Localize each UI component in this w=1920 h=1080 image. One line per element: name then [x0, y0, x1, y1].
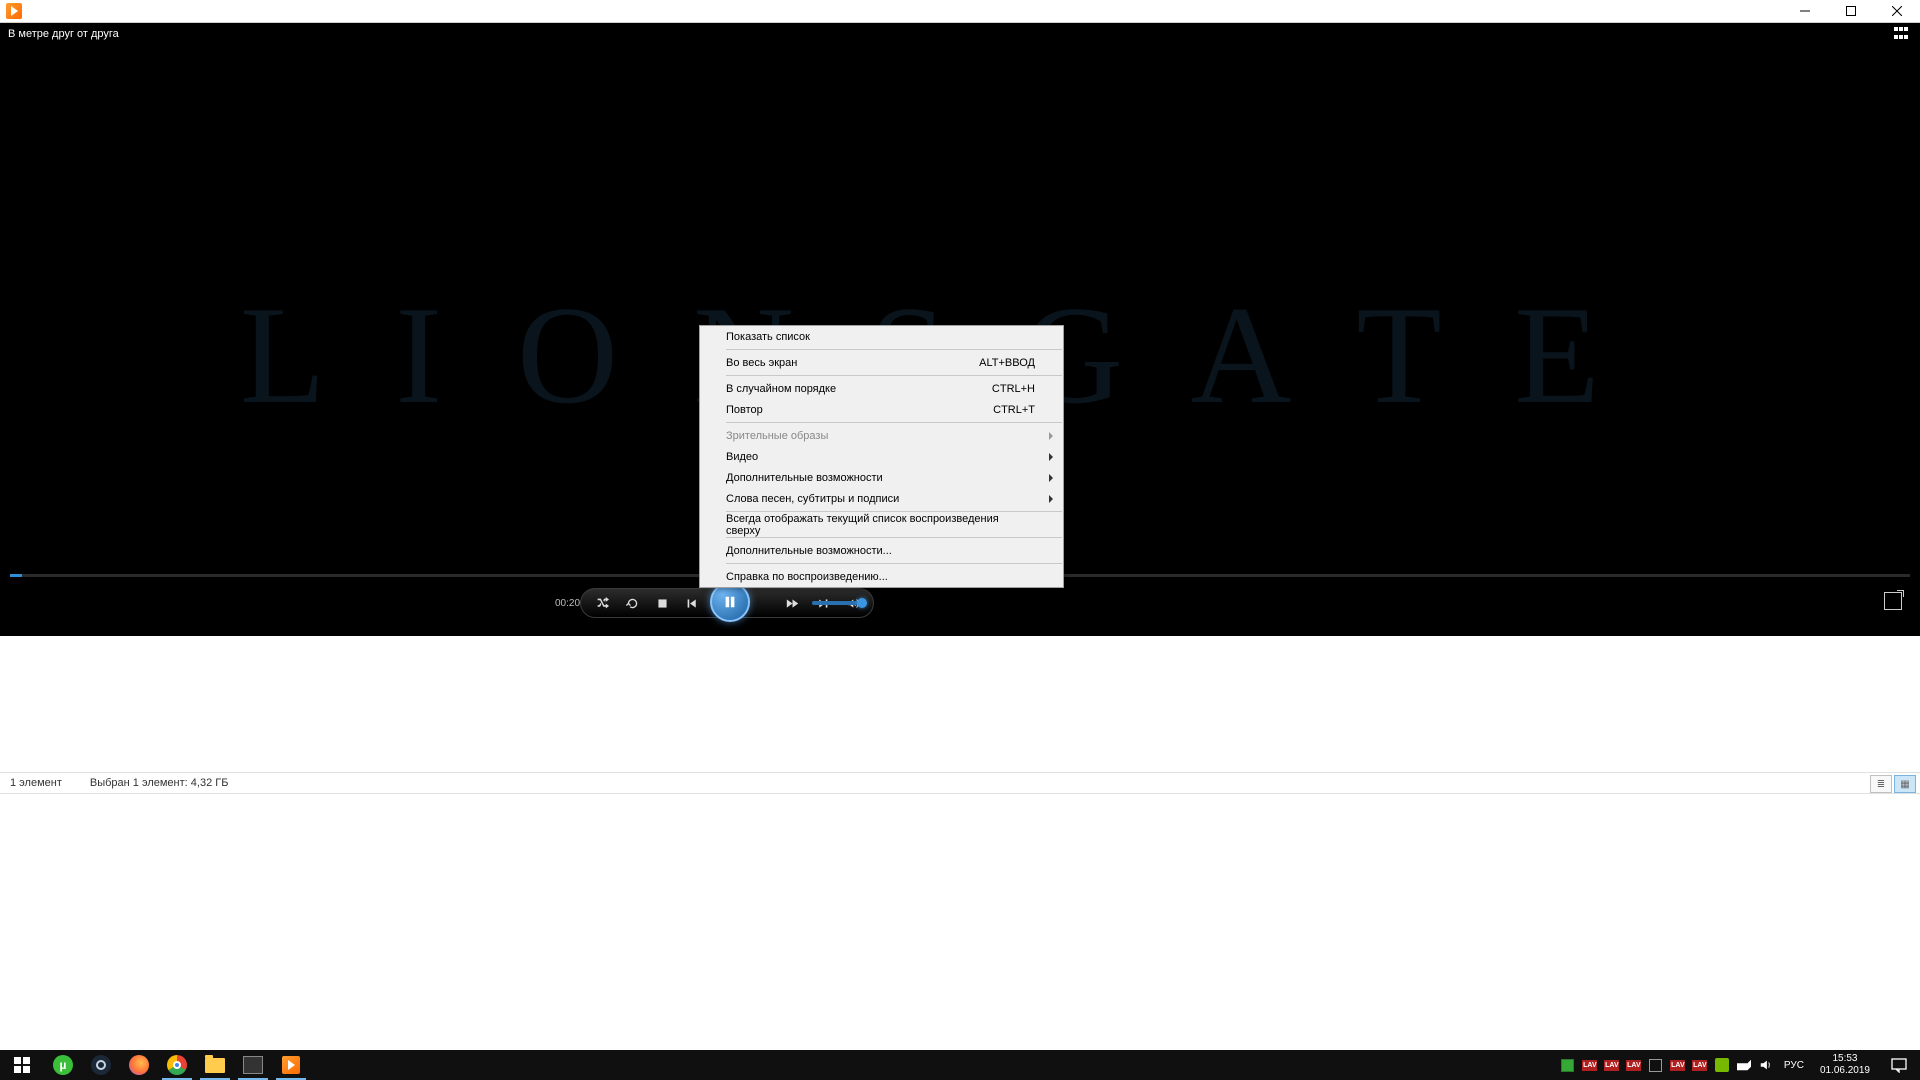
play-pause-button[interactable] — [710, 582, 750, 622]
context-menu-label: Видео — [726, 451, 758, 463]
taskbar-app-wmp[interactable] — [272, 1050, 310, 1080]
tray-network-icon[interactable] — [1736, 1057, 1752, 1073]
taskbar-app-movies[interactable] — [234, 1050, 272, 1080]
context-menu-item[interactable]: Показать список — [700, 326, 1063, 347]
seek-progress — [10, 574, 22, 577]
context-menu-separator — [726, 375, 1062, 376]
tray-volume-icon[interactable] — [1758, 1057, 1774, 1073]
context-menu-label: Повтор — [726, 404, 763, 416]
explorer-background — [0, 636, 1920, 1050]
taskbar: µ LAV LAV LAV LAV LAV РУС 15:53 01.06.20… — [0, 1050, 1920, 1080]
status-selection: Выбран 1 элемент: 4,32 ГБ — [90, 777, 229, 789]
context-menu-label: Справка по воспроизведению... — [726, 571, 888, 583]
context-menu-separator — [726, 537, 1062, 538]
tray-directvobsub-icon[interactable] — [1648, 1057, 1664, 1073]
stop-button[interactable] — [647, 588, 677, 618]
context-menu-item[interactable]: В случайном порядке CTRL+H — [700, 378, 1063, 399]
context-menu-separator — [726, 563, 1062, 564]
now-playing-title: В метре друг от друга — [8, 28, 119, 40]
playback-context-menu: Показать список Во весь экран ALT+ВВОД В сл… — [699, 325, 1064, 588]
windows-icon — [14, 1057, 30, 1073]
taskbar-app-explorer[interactable] — [196, 1050, 234, 1080]
context-menu-item[interactable]: Справка по воспроизведению... — [700, 566, 1063, 587]
media-player-window: В метре друг от друга L I O N S G A T E … — [0, 23, 1920, 636]
window-titlebar — [0, 0, 1920, 23]
player-header: В метре друг от друга — [0, 23, 1920, 45]
switch-to-library-button[interactable] — [1894, 27, 1912, 41]
window-minimize-button[interactable] — [1782, 0, 1828, 23]
details-view-button[interactable]: ≣ — [1870, 775, 1892, 793]
context-menu-label: Во весь экран — [726, 357, 797, 369]
context-menu-item[interactable]: Во весь экран ALT+ВВОД — [700, 352, 1063, 373]
context-menu-label: Дополнительные возможности — [726, 472, 883, 484]
context-menu-item[interactable]: Дополнительные возможности — [700, 467, 1063, 488]
context-menu-shortcut: CTRL+T — [993, 404, 1035, 416]
window-maximize-button[interactable] — [1828, 0, 1874, 23]
previous-button[interactable] — [677, 588, 707, 618]
volume-slider[interactable] — [812, 601, 864, 605]
context-menu-label: Зрительные образы — [726, 430, 828, 442]
wmp-app-icon — [6, 3, 22, 19]
taskbar-app-utorrent[interactable]: µ — [44, 1050, 82, 1080]
system-tray: LAV LAV LAV LAV LAV РУС 15:53 01.06.2019 — [1560, 1050, 1920, 1080]
tray-overlay-icon[interactable] — [1560, 1057, 1576, 1073]
submenu-arrow-icon — [1049, 474, 1053, 482]
taskbar-app-steam[interactable] — [82, 1050, 120, 1080]
context-menu-separator — [726, 422, 1062, 423]
status-item-count: 1 элемент — [10, 777, 62, 789]
tray-lav-audio-icon[interactable]: LAV — [1626, 1057, 1642, 1073]
context-menu-shortcut: CTRL+H — [992, 383, 1035, 395]
action-center-button[interactable] — [1882, 1050, 1916, 1080]
taskbar-app-chrome[interactable] — [158, 1050, 196, 1080]
tray-lav-icon-2[interactable]: LAV — [1670, 1057, 1686, 1073]
fast-forward-button[interactable] — [777, 588, 807, 618]
window-close-button[interactable] — [1874, 0, 1920, 23]
taskbar-app-firefox[interactable] — [120, 1050, 158, 1080]
tray-lav-splitter-icon[interactable]: LAV — [1582, 1057, 1598, 1073]
start-button[interactable] — [0, 1050, 44, 1080]
context-menu-item: Зрительные образы — [700, 425, 1063, 446]
tray-time: 15:53 — [1820, 1053, 1870, 1065]
submenu-arrow-icon — [1049, 453, 1053, 461]
tray-lav-video-icon[interactable]: LAV — [1604, 1057, 1620, 1073]
tray-language-indicator[interactable]: РУС — [1780, 1060, 1808, 1071]
context-menu-item[interactable]: Всегда отображать текущий список воспрои… — [700, 514, 1063, 535]
tray-lav-icon-3[interactable]: LAV — [1692, 1057, 1708, 1073]
context-menu-item[interactable]: Дополнительные возможности... — [700, 540, 1063, 561]
full-screen-button[interactable] — [1884, 592, 1902, 610]
tray-date: 01.06.2019 — [1820, 1065, 1870, 1077]
pause-icon — [723, 595, 737, 609]
submenu-arrow-icon — [1049, 495, 1053, 503]
context-menu-label: Слова песен, субтитры и подписи — [726, 493, 899, 505]
context-menu-shortcut: ALT+ВВОД — [979, 357, 1035, 369]
submenu-arrow-icon — [1049, 432, 1053, 440]
tray-clock[interactable]: 15:53 01.06.2019 — [1814, 1053, 1876, 1077]
context-menu-label: Дополнительные возможности... — [726, 545, 892, 557]
context-menu-item[interactable]: Слова песен, субтитры и подписи — [700, 488, 1063, 509]
repeat-button[interactable] — [617, 588, 647, 618]
context-menu-label: Всегда отображать текущий список воспрои… — [726, 513, 1035, 537]
shuffle-button[interactable] — [587, 588, 617, 618]
context-menu-item[interactable]: Видео — [700, 446, 1063, 467]
tray-nvidia-icon[interactable] — [1714, 1057, 1730, 1073]
icons-view-button[interactable]: ▦ — [1894, 775, 1916, 793]
context-menu-label: В случайном порядке — [726, 383, 836, 395]
elapsed-time: 00:20 — [555, 598, 580, 609]
context-menu-label: Показать список — [726, 331, 810, 343]
explorer-status-bar: 1 элемент Выбран 1 элемент: 4,32 ГБ ≣ ▦ — [0, 772, 1920, 794]
context-menu-item[interactable]: Повтор CTRL+T — [700, 399, 1063, 420]
context-menu-separator — [726, 349, 1062, 350]
